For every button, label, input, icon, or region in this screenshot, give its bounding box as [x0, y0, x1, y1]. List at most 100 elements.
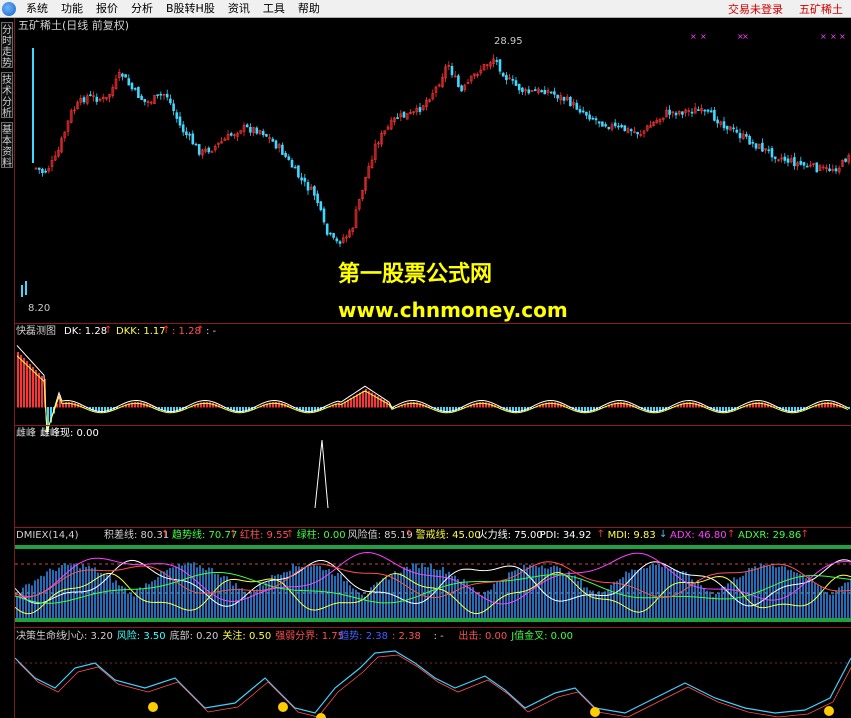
dmi-bar [232, 585, 234, 618]
dmi-bar [817, 585, 819, 618]
panel4-name: 决策生命线 [16, 631, 66, 642]
dmi-bar [358, 592, 360, 618]
candle-body [329, 232, 332, 235]
dmi-bar [319, 565, 321, 618]
candle-body [802, 162, 806, 166]
menu-item-system[interactable]: 系统 [20, 0, 55, 18]
dmi-bar [346, 580, 348, 618]
arrow-down-icon: ↓ [659, 529, 668, 540]
dmi-bar [496, 581, 498, 618]
dmi-bar [175, 566, 177, 618]
candle-body [457, 75, 460, 88]
candle-body [281, 144, 284, 155]
trade-login-status[interactable]: 交易未登录 [720, 1, 791, 17]
dmi-bar [772, 565, 774, 618]
dmi-bar [40, 575, 42, 618]
tab-technical[interactable]: 技术分析 [1, 72, 13, 119]
histogram-bar [35, 370, 37, 408]
stock-chart-canvas[interactable]: × × ×× × × × [15, 18, 851, 718]
candle-body [521, 87, 524, 93]
dmi-bar [826, 592, 828, 618]
candle-body [297, 165, 300, 178]
dmi-bar [847, 582, 849, 618]
dmi-bar [22, 587, 24, 618]
dmi-bar [340, 574, 342, 618]
candle-body [245, 124, 249, 128]
candle-body [745, 134, 748, 137]
arrow-up-icon: ↑ [727, 529, 736, 540]
panel4-item: 强弱分界: 1.75 [275, 631, 345, 642]
candle-body [517, 83, 521, 91]
dmi-bar [403, 567, 405, 618]
menu-item-news[interactable]: 资讯 [222, 0, 257, 18]
watermark-title: 第一股票公式网 [338, 262, 493, 287]
signal-marker: × [690, 32, 697, 41]
candle-body [815, 162, 819, 173]
menu-item-bshare[interactable]: B股转H股 [160, 0, 222, 18]
panel4-item: J值金叉: 0.00 [511, 631, 573, 642]
candle-body [325, 223, 329, 235]
dmi-bar [97, 572, 99, 618]
menu-item-help[interactable]: 帮助 [292, 0, 327, 18]
panel2-series [314, 439, 329, 509]
dmi-bar [478, 594, 480, 618]
dmi-bar [670, 568, 672, 618]
candle-body [553, 91, 556, 95]
dmi-bar [607, 589, 609, 618]
candle-body [767, 149, 771, 152]
candle-body [460, 85, 463, 92]
dmi-bar [298, 566, 300, 618]
candle-body [319, 201, 323, 211]
tab-intraday[interactable]: 分时走势 [1, 22, 13, 69]
candle-body [127, 78, 131, 86]
candle-body [274, 140, 278, 149]
histogram-bar [695, 402, 697, 408]
panel3-item: 警戒线: 45.00 [415, 530, 481, 541]
candle-body [396, 117, 399, 119]
dmi-bar [610, 584, 612, 618]
candle-body [844, 158, 847, 162]
dmi-bar [694, 582, 696, 618]
panel4-series [15, 650, 851, 718]
main-chart-title: 五矿稀土(日线 前复权) [18, 19, 130, 32]
candle-body [303, 177, 307, 182]
menu-item-quote[interactable]: 报价 [90, 0, 125, 18]
dmi-bar [124, 587, 126, 618]
menu-item-analysis[interactable]: 分析 [125, 0, 160, 18]
candle-body [799, 160, 803, 165]
dmi-bar [601, 592, 603, 618]
candle-body [722, 121, 726, 129]
candle-body [338, 241, 342, 244]
candle-body [578, 109, 582, 113]
dmi-bar [160, 571, 162, 618]
candle-body [41, 168, 44, 174]
candle-body [828, 168, 831, 171]
dmi-bar [115, 580, 117, 618]
candle-body [613, 122, 617, 127]
dmi-bar [301, 566, 303, 618]
histogram-bar [29, 364, 31, 408]
dmi-bar [379, 581, 381, 618]
candle-body [748, 135, 751, 145]
histogram-bar [140, 402, 142, 408]
candle-body [271, 138, 275, 142]
dmi-bar [151, 581, 153, 618]
menu-item-function[interactable]: 功能 [55, 0, 90, 18]
candle-body [786, 158, 790, 163]
dmi-bar [172, 567, 174, 618]
candle-body [697, 109, 700, 111]
arrow-up-icon: ↑ [161, 529, 170, 540]
candle-body [172, 103, 175, 112]
dmi-bar [133, 596, 135, 618]
dmi-bar [700, 585, 702, 618]
menu-item-tools[interactable]: 工具 [257, 0, 292, 18]
candle-body [805, 165, 809, 168]
dmi-bar [520, 569, 522, 618]
dmi-bar [832, 594, 834, 618]
histogram-bar [557, 402, 559, 408]
dmi-bar [736, 579, 738, 618]
dmi-bar [163, 571, 165, 618]
arrow-up-icon: ↑ [285, 529, 295, 540]
tab-fundamentals[interactable]: 基本资料 [1, 122, 13, 169]
dmi-bar [199, 565, 201, 618]
